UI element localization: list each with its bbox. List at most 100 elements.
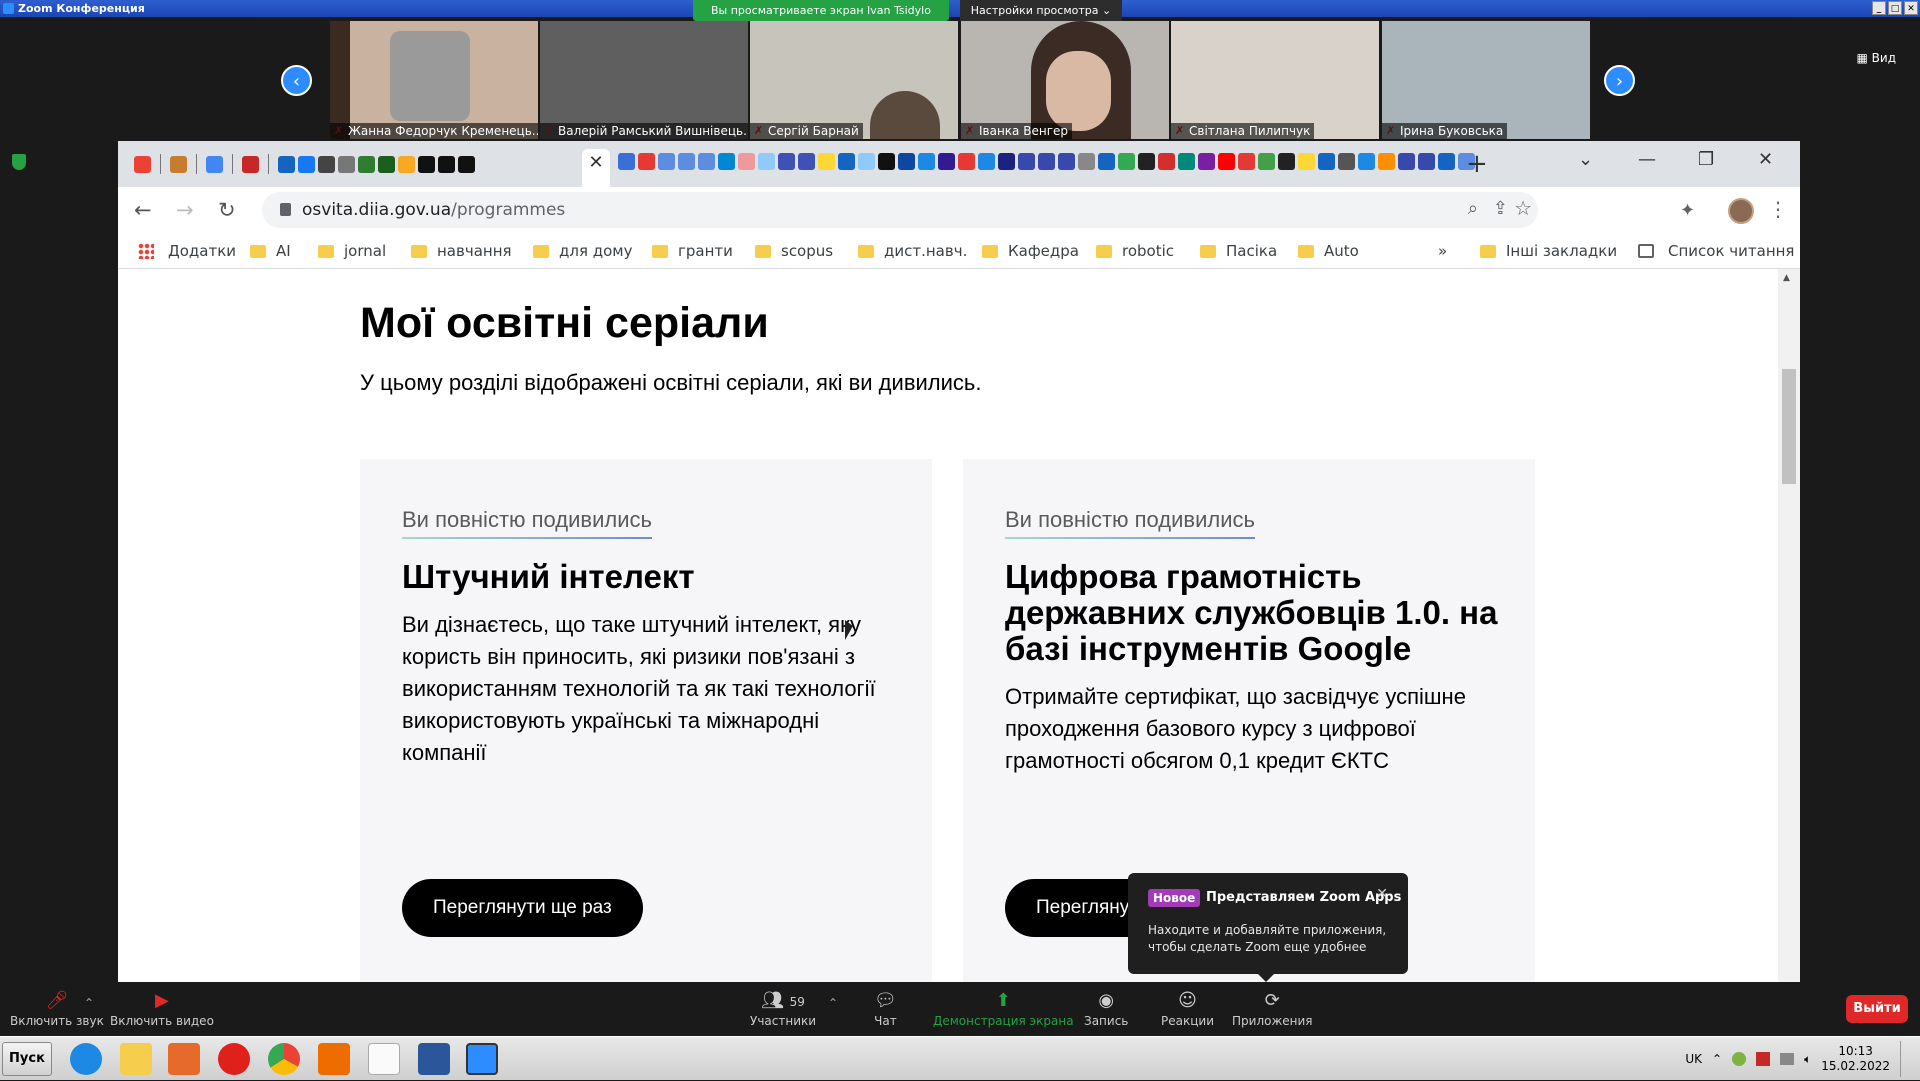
tab-icon[interactable] xyxy=(1318,153,1335,170)
rewatch-button[interactable]: Переглянути ще раз xyxy=(402,879,643,937)
tab-icon[interactable] xyxy=(1398,153,1415,170)
tab-icon[interactable] xyxy=(1278,153,1295,170)
tray-flag-icon[interactable] xyxy=(1756,1052,1771,1066)
url-text[interactable]: osvita.diia.gov.ua/programmes xyxy=(302,192,565,228)
bookmark-folder[interactable]: Пасіка xyxy=(1200,233,1277,269)
tab-icon[interactable] xyxy=(242,155,259,173)
browser-close-icon[interactable]: ✕ xyxy=(1758,149,1773,170)
tab-icon[interactable] xyxy=(338,155,355,173)
view-button[interactable]: ▦ Вид xyxy=(1857,51,1896,65)
scroll-thumb[interactable] xyxy=(1782,369,1796,484)
tab-icon[interactable] xyxy=(1418,153,1435,170)
bookmark-folder[interactable]: для дому xyxy=(533,233,633,269)
profile-avatar[interactable] xyxy=(1728,198,1754,224)
bookmark-apps[interactable]: Додатки xyxy=(138,233,236,269)
bookmark-folder[interactable]: jornal xyxy=(318,233,386,269)
back-icon[interactable]: ← xyxy=(134,198,152,222)
participant-video[interactable]: ✗ Валерій Рамський Вишнівець... xyxy=(540,21,748,139)
bookmark-star-icon[interactable]: ☆ xyxy=(1514,196,1532,220)
tab-icon[interactable] xyxy=(398,155,415,173)
file-explorer-icon[interactable] xyxy=(120,1043,152,1075)
tab-icon[interactable] xyxy=(418,155,435,173)
bookmark-folder[interactable]: Кафедра xyxy=(982,233,1079,269)
tab-icon[interactable] xyxy=(958,153,975,170)
share-screen-button[interactable]: ⬆︎ Демонстрация экрана xyxy=(933,990,1074,1028)
bookmark-folder[interactable]: дист.навч. xyxy=(858,233,967,269)
chat-button[interactable]: 💬︎ Чат xyxy=(874,990,897,1028)
bookmark-folder[interactable]: Auto xyxy=(1298,233,1359,269)
encryption-shield-icon[interactable] xyxy=(12,154,26,170)
view-settings-button[interactable]: Настройки просмотра ⌄ xyxy=(960,0,1122,21)
tab-icon[interactable] xyxy=(170,155,187,173)
tab-icon[interactable] xyxy=(758,153,775,170)
extensions-icon[interactable]: ✦ xyxy=(1680,200,1695,221)
language-indicator[interactable]: UK xyxy=(1685,1052,1702,1066)
tab-icon[interactable] xyxy=(1078,153,1095,170)
browser-restore-icon[interactable]: ❐ xyxy=(1698,149,1714,170)
participant-video[interactable]: ✗ Сергій Барнай xyxy=(750,21,958,139)
tab-icon[interactable] xyxy=(1178,153,1195,170)
forward-icon[interactable]: → xyxy=(176,198,194,222)
tab-icon[interactable] xyxy=(438,155,455,173)
tab-icon[interactable] xyxy=(918,153,935,170)
tab-icon[interactable] xyxy=(618,153,635,170)
zoom-icon[interactable]: ⌕ xyxy=(1468,198,1478,219)
media-player-icon[interactable] xyxy=(168,1043,200,1075)
translate-tab-icon[interactable] xyxy=(206,155,223,173)
tab-icon[interactable] xyxy=(378,155,395,173)
restore-icon[interactable]: □ xyxy=(1888,1,1902,15)
bookmark-folder[interactable]: навчання xyxy=(411,233,512,269)
clock[interactable]: 10:13 15.02.2022 xyxy=(1821,1044,1890,1074)
browser-menu-icon[interactable]: ⋮ xyxy=(1768,197,1788,221)
scroll-up-icon[interactable]: ▲ xyxy=(1783,273,1790,283)
tab-icon[interactable] xyxy=(818,153,835,170)
participants-button[interactable]: 👥︎ 59 Участники xyxy=(750,990,816,1028)
volume-icon[interactable]: 🔈︎ xyxy=(1804,1052,1811,1067)
reactions-button[interactable]: ☺ Реакции xyxy=(1161,990,1214,1028)
tab-icon[interactable] xyxy=(838,153,855,170)
tab-icon[interactable] xyxy=(1198,153,1215,170)
tab-icon[interactable] xyxy=(1218,153,1235,170)
bookmark-folder[interactable]: гранти xyxy=(652,233,733,269)
bookmark-folder[interactable]: robotic xyxy=(1096,233,1174,269)
tab-icon[interactable] xyxy=(1378,153,1395,170)
start-button[interactable]: Пуск xyxy=(2,1042,52,1076)
participant-video[interactable]: ✗ Світлана Пилипчук xyxy=(1171,21,1379,139)
tab-icon[interactable] xyxy=(1118,153,1135,170)
gmail-tab-icon[interactable] xyxy=(134,155,151,173)
bookmark-folder[interactable]: AI xyxy=(250,233,291,269)
tab-icon[interactable] xyxy=(1158,153,1175,170)
audio-options-caret[interactable]: ⌃ xyxy=(84,996,94,1010)
next-page-button[interactable]: › xyxy=(1604,65,1635,96)
tab-icon[interactable] xyxy=(1258,153,1275,170)
apps-button[interactable]: ⟳ Приложения xyxy=(1232,990,1313,1028)
opera-icon[interactable] xyxy=(218,1043,250,1075)
tab-icon[interactable] xyxy=(998,153,1015,170)
tab-icon[interactable] xyxy=(798,153,815,170)
tab-icon[interactable] xyxy=(1298,153,1315,170)
more-bookmarks-button[interactable]: » xyxy=(1438,233,1447,269)
participant-video[interactable]: ✗ Іванка Венгер xyxy=(961,21,1169,139)
tab-icon[interactable] xyxy=(718,153,735,170)
tab-icon[interactable] xyxy=(738,153,755,170)
document-icon[interactable] xyxy=(368,1043,400,1075)
tray-app-icon[interactable] xyxy=(1732,1052,1747,1066)
browser-minimize-icon[interactable]: — xyxy=(1638,149,1656,170)
start-video-button[interactable]: ▶︎ Включить видео xyxy=(110,990,214,1028)
tab-icon[interactable] xyxy=(1098,153,1115,170)
reload-icon[interactable]: ↻ xyxy=(218,198,236,222)
tab-search-icon[interactable]: ⌄ xyxy=(1578,149,1593,170)
active-tab-close-icon[interactable]: ✕ xyxy=(582,149,610,187)
prev-page-button[interactable]: ‹ xyxy=(281,65,312,96)
page-scrollbar[interactable]: ▲ xyxy=(1778,269,1800,982)
tab-icon[interactable] xyxy=(878,153,895,170)
tab-icon[interactable] xyxy=(318,155,335,173)
tab-icon[interactable] xyxy=(658,153,675,170)
tab-icon[interactable] xyxy=(1238,153,1255,170)
tab-icon[interactable] xyxy=(458,155,475,173)
tab-icon[interactable] xyxy=(638,153,655,170)
bookmark-folder[interactable]: scopus xyxy=(755,233,833,269)
tab-icon[interactable] xyxy=(1358,153,1375,170)
tab-icon[interactable] xyxy=(1338,153,1355,170)
tab-icon[interactable] xyxy=(1438,153,1455,170)
